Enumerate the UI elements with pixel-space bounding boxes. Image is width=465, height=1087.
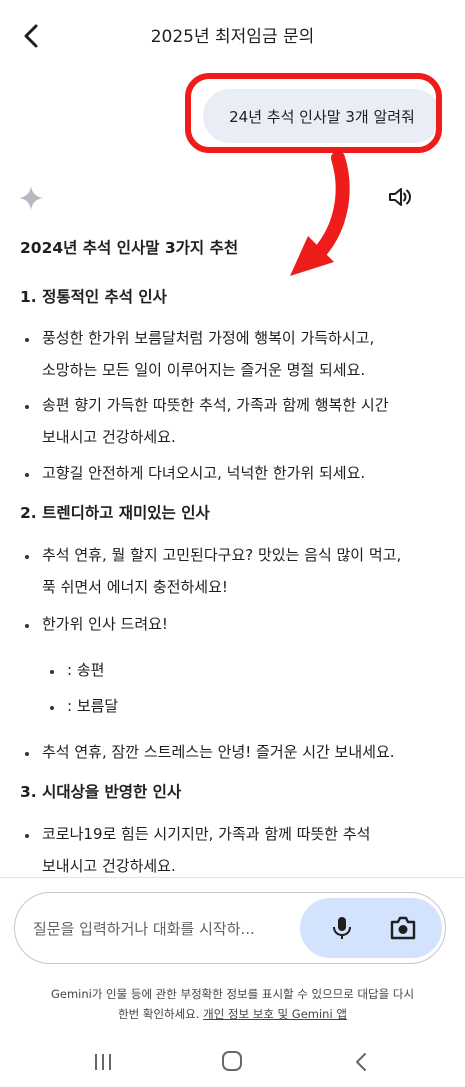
- list-item-line: 송편 향기 가득한 따뜻한 추석, 가족과 함께 행복한 시간: [42, 396, 389, 414]
- disclaimer-line: Gemini가 인물 등에 관한 부정확한 정보를 표시할 수 있으므로 대답을…: [50, 987, 415, 1001]
- sub-bullet-point: [50, 670, 54, 674]
- input-actions: [300, 898, 442, 958]
- bullet-point: [25, 405, 29, 409]
- home-button[interactable]: [221, 1050, 243, 1072]
- back-arrow-icon: [356, 1053, 366, 1071]
- bullet-point: [25, 338, 29, 342]
- list-item-line: 소망하는 모든 일이 이루어지는 즐거운 명절 되세요.: [42, 361, 366, 379]
- recents-button[interactable]: [92, 1052, 114, 1072]
- list-item-line: 보내시고 건강하세요.: [42, 857, 176, 875]
- curved-arrow-icon: [290, 151, 350, 276]
- section-heading: 3. 시대상을 반영한 인사: [20, 783, 182, 801]
- bullet-point: [25, 624, 29, 628]
- disclaimer-prefix: 한번 확인하세요.: [118, 1007, 204, 1021]
- list-item-line: 추석 연휴, 잠깐 스트레스는 안녕! 즐거운 시간 보내세요.: [42, 743, 395, 761]
- list-item-line: 한가위 인사 드려요!: [42, 615, 168, 633]
- input-placeholder: 질문을 입력하거나 대화를 시작하...: [33, 920, 255, 938]
- camera-icon: [390, 916, 416, 940]
- list-item-line: 푹 쉬면서 에너지 충전하세요!: [42, 578, 228, 596]
- sub-bullet-point: [50, 706, 54, 710]
- disclaimer-text: Gemini가 인물 등에 관한 부정확한 정보를 표시할 수 있으므로 대답을…: [0, 984, 465, 1024]
- microphone-icon: [333, 917, 351, 939]
- bullet-point: [25, 473, 29, 477]
- home-icon: [222, 1051, 242, 1071]
- highlight-annotation: [185, 73, 442, 153]
- gemini-sparkle-icon: [17, 184, 45, 212]
- read-aloud-button[interactable]: [387, 185, 413, 209]
- list-item-line: 코로나19로 힘든 시기지만, 가족과 함께 따뜻한 추석: [42, 825, 371, 843]
- list-item-line: 고향길 안전하게 다녀오시고, 넉넉한 한가위 되세요.: [42, 464, 366, 482]
- bullet-point: [25, 555, 29, 559]
- bullet-point: [25, 834, 29, 838]
- disclaimer-line: 한번 확인하세요. 개인 정보 보호 및 Gemini 앱: [0, 1004, 465, 1024]
- response-title: 2024년 추석 인사말 3가지 추천: [20, 239, 239, 257]
- sub-list-item: : 송편: [67, 661, 105, 679]
- section-heading: 1. 정통적인 추석 인사: [20, 288, 167, 306]
- list-item-line: 풍성한 한가위 보름달처럼 가정에 행복이 가득하시고,: [42, 329, 375, 347]
- section-heading: 2. 트렌디하고 재미있는 인사: [20, 504, 210, 522]
- microphone-button[interactable]: [328, 914, 356, 942]
- list-item-line: 보내시고 건강하세요.: [42, 428, 176, 446]
- privacy-link[interactable]: 개인 정보 보호 및 Gemini 앱: [203, 1007, 347, 1021]
- bullet-point: [25, 752, 29, 756]
- camera-button[interactable]: [388, 914, 418, 942]
- system-back-button[interactable]: [352, 1051, 370, 1073]
- divider: [0, 877, 465, 878]
- sub-list-item: : 보름달: [67, 697, 119, 715]
- system-nav-bar: [0, 1040, 465, 1087]
- list-item-line: 추석 연휴, 뭘 할지 고민된다구요? 맛있는 음식 많이 먹고,: [42, 546, 402, 564]
- recents-icon: [95, 1054, 111, 1070]
- prompt-input[interactable]: 질문을 입력하거나 대화를 시작하...: [14, 892, 446, 964]
- speaker-icon: [389, 188, 411, 206]
